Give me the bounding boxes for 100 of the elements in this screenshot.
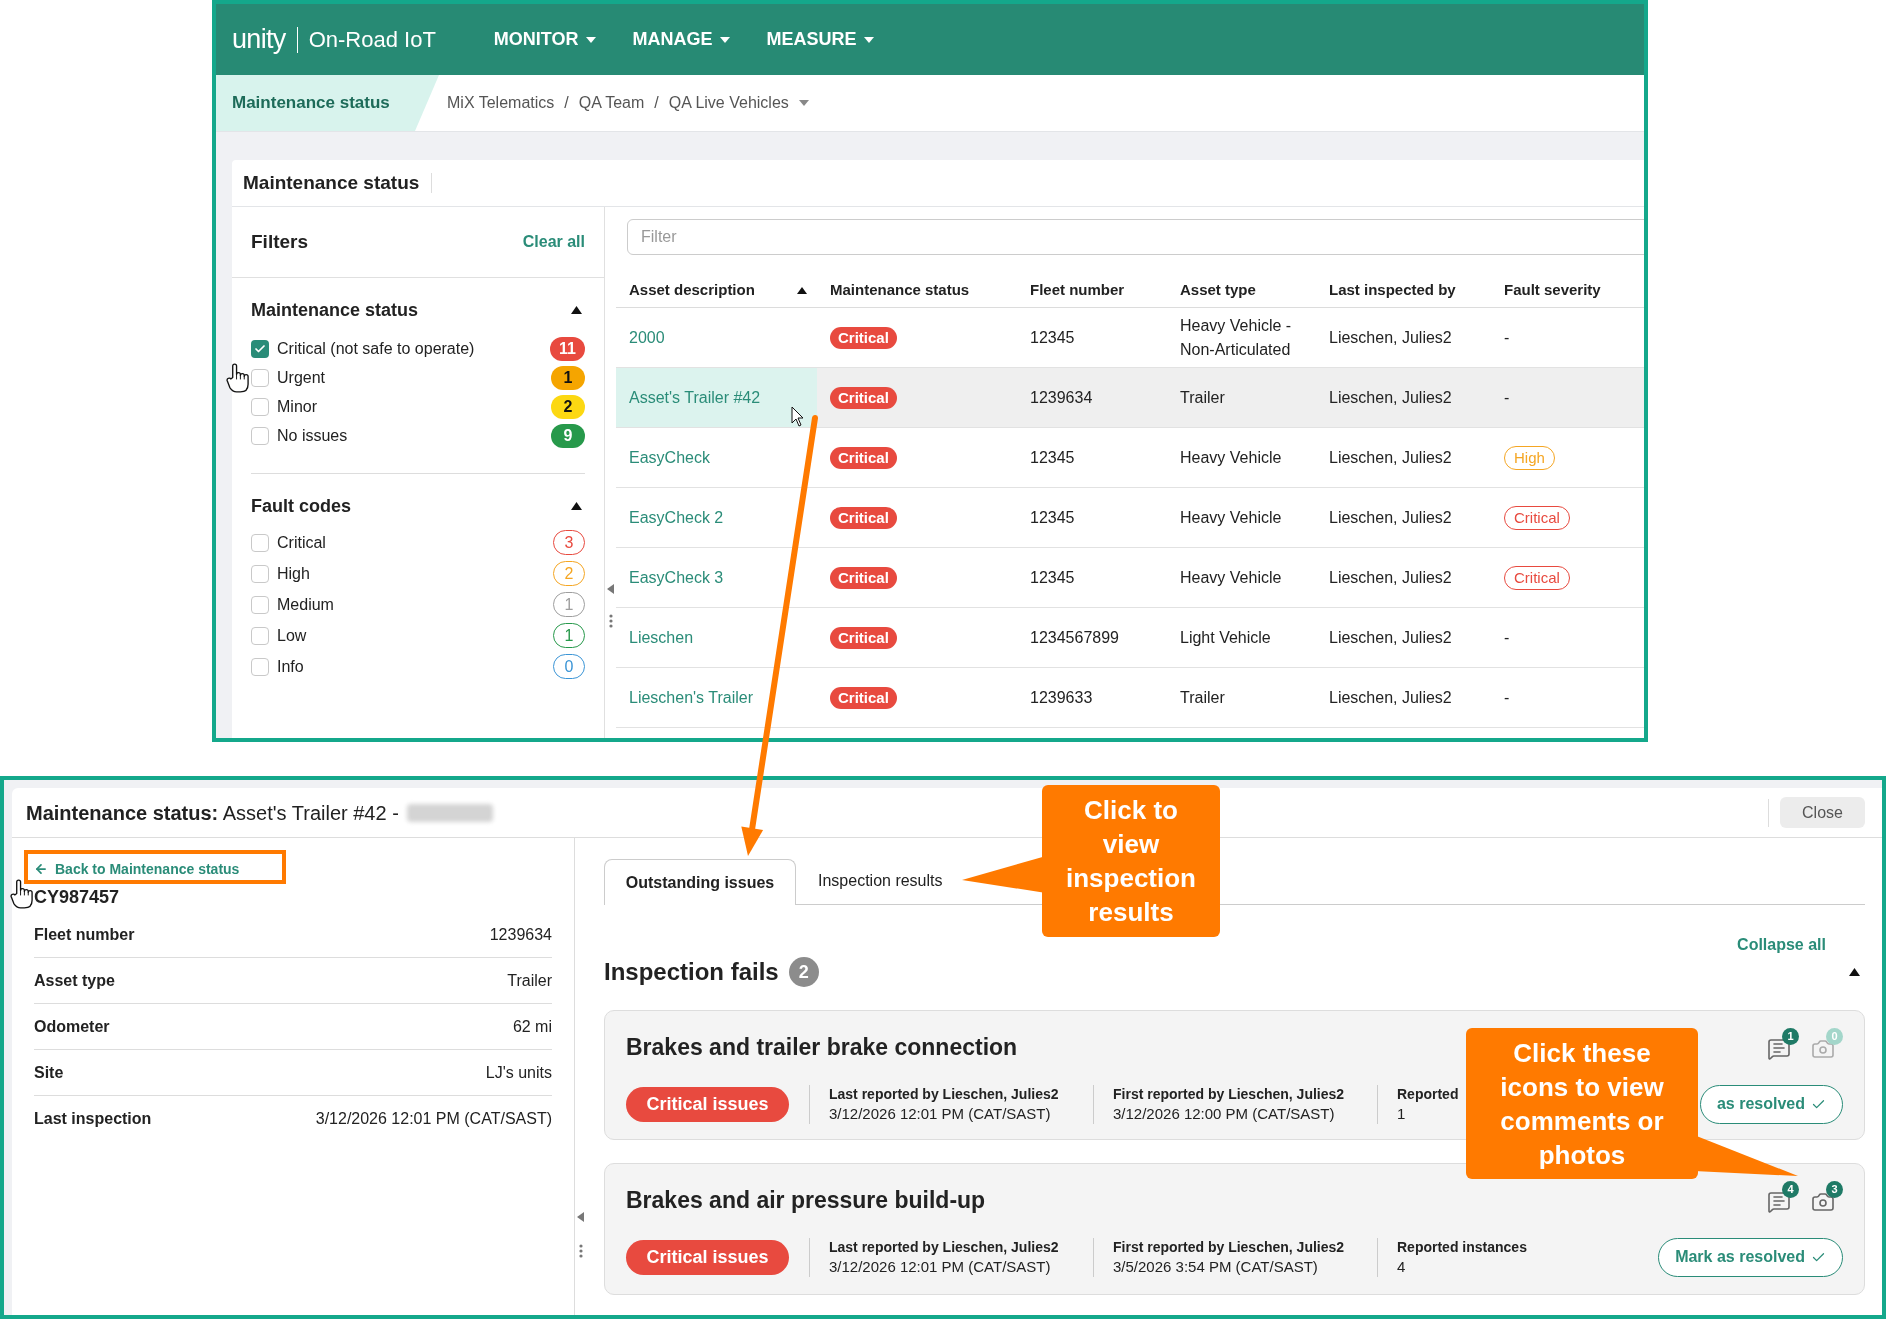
asset-link[interactable]: Lieschen <box>629 625 694 650</box>
table-cell-text: 12345 <box>1030 447 1075 468</box>
checkbox[interactable] <box>251 657 269 676</box>
property-value: 62 mi <box>512 1016 552 1037</box>
table-cell-text: Lieschen, Julies2 <box>1329 387 1452 408</box>
table-cell-text: Heavy Vehicle <box>1180 507 1282 528</box>
back-link[interactable]: Back to Maintenance status <box>34 860 552 878</box>
collapse-caret-icon[interactable] <box>1849 968 1860 976</box>
asset-link[interactable]: EasyCheck 3 <box>629 565 724 590</box>
filter-input[interactable]: Filter <box>627 219 1644 255</box>
checkbox[interactable] <box>251 626 269 645</box>
column-header[interactable]: Asset description <box>629 279 755 302</box>
breadcrumb-link[interactable]: QA Team <box>578 91 645 115</box>
callout-box: Click these icons to view comments or photos <box>1466 1028 1698 1179</box>
table-row[interactable]: Asset's Trailer #42 Critical 1239634 Trailer Lieschen, Julies2 - <box>616 368 1644 428</box>
count-badge: 0 <box>1826 1028 1843 1045</box>
checkbox[interactable] <box>251 595 269 614</box>
caret-down-icon <box>585 36 596 43</box>
collapse-all-link[interactable]: Collapse all <box>1737 933 1826 953</box>
filter-option-label: Medium <box>277 594 334 615</box>
caret-down-icon <box>719 36 730 43</box>
filter-option-label: High <box>277 563 310 584</box>
breadcrumb-dropdown[interactable]: QA Live Vehicles <box>668 91 809 115</box>
nav-menu-button[interactable]: MONITOR <box>493 26 596 53</box>
asset-link[interactable]: EasyCheck <box>629 445 710 470</box>
product-name: On-Road IoT <box>308 28 436 51</box>
status-badge: Critical <box>830 506 897 529</box>
asset-link[interactable]: 2000 <box>629 325 665 350</box>
mark-resolved-button[interactable]: Mark as resolved <box>1658 1237 1843 1277</box>
table-cell-text: Heavy Vehicle <box>1180 447 1282 468</box>
collapse-caret-icon[interactable] <box>571 306 582 314</box>
column-header[interactable]: Asset type <box>1180 279 1256 302</box>
status-badge: Critical <box>830 566 897 589</box>
clear-all-link[interactable]: Clear all <box>522 230 585 254</box>
tab[interactable]: Inspection results <box>796 858 965 904</box>
nav-menu-button[interactable]: MANAGE <box>632 26 730 53</box>
callout-box: Click to view inspection results <box>1042 785 1220 937</box>
table-cell-text: Lieschen, Julies2 <box>1329 327 1452 348</box>
table-cell-text: 12345 <box>1030 327 1075 348</box>
count-badge: 1 <box>551 365 585 390</box>
drag-handle-icon[interactable] <box>608 614 613 628</box>
check-icon <box>254 342 266 355</box>
filters-title: Filters <box>251 229 309 254</box>
detail-value: 1 <box>1397 1103 1407 1124</box>
count-badge: 1 <box>553 592 585 617</box>
mark-resolved-button[interactable]: as resolved <box>1699 1084 1843 1124</box>
status-badge: Critical <box>830 386 897 409</box>
collapse-arrow-icon[interactable] <box>577 1212 584 1222</box>
detail-value: 3/12/2026 12:01 PM (CAT/SAST) <box>829 1256 1052 1277</box>
detail-value: 3/5/2026 3:54 PM (CAT/SAST) <box>1113 1256 1319 1277</box>
detail-value: 3/12/2026 12:01 PM (CAT/SAST) <box>829 1103 1052 1124</box>
collapse-arrow-icon[interactable] <box>607 584 614 594</box>
table-cell-text: Lieschen, Julies2 <box>1329 627 1452 648</box>
nav-menu-button[interactable]: MEASURE <box>766 26 874 53</box>
severity-badge: High <box>1504 445 1555 470</box>
detail-label: Last reported by Lieschen, Julies2 <box>829 1084 1060 1104</box>
sort-ascending-icon[interactable] <box>797 287 807 294</box>
asset-link[interactable]: Lieschen's Trailer <box>629 685 753 710</box>
filter-option-label: Urgent <box>277 367 326 388</box>
status-badge: Critical <box>830 326 897 349</box>
card-title: Maintenance status <box>243 170 420 195</box>
section-title: Inspection fails <box>604 957 779 987</box>
breadcrumb-separator: / <box>564 93 569 113</box>
drag-handle-icon[interactable] <box>578 1244 583 1258</box>
count-badge: 1 <box>553 623 585 648</box>
column-header[interactable]: Fault severity <box>1504 279 1601 302</box>
table-cell-text: Trailer <box>1180 387 1225 408</box>
detail-value: 3/12/2026 12:00 PM (CAT/SAST) <box>1113 1103 1336 1124</box>
detail-label: Reported <box>1397 1084 1459 1104</box>
table-cell-text: Lieschen, Julies2 <box>1329 687 1452 708</box>
checkbox[interactable] <box>251 339 269 358</box>
count-badge: 9 <box>551 423 585 448</box>
asset-code: CY987457 <box>34 886 121 908</box>
detail-label: First reported by Lieschen, Julies2 <box>1113 1237 1346 1257</box>
table-cell-text: 1239633 <box>1030 687 1093 708</box>
checkbox[interactable] <box>251 397 269 416</box>
checkbox[interactable] <box>251 564 269 583</box>
checkbox[interactable] <box>251 533 269 552</box>
checkbox[interactable] <box>251 368 269 387</box>
filter-option-label: Minor <box>277 396 317 417</box>
breadcrumb-link[interactable]: MiX Telematics <box>447 91 555 115</box>
issue-title: Brakes and trailer brake connection <box>626 1032 1018 1062</box>
caret-down-icon <box>798 100 809 106</box>
column-header[interactable]: Last inspected by <box>1329 279 1456 302</box>
table-cell-text: - <box>1504 687 1510 708</box>
collapse-caret-icon[interactable] <box>571 502 582 510</box>
filter-option-label: Info <box>277 656 304 677</box>
table-cell-text: 12345 <box>1030 567 1075 588</box>
tab[interactable]: Outstanding issues <box>604 859 796 905</box>
column-header[interactable]: Maintenance status <box>830 279 970 302</box>
breadcrumb-separator: / <box>654 93 659 113</box>
filter-option-label: Critical <box>277 532 326 553</box>
asset-link[interactable]: EasyCheck 2 <box>629 505 724 530</box>
close-button[interactable]: Close <box>1780 797 1865 828</box>
count-badge: 2 <box>553 561 585 586</box>
arrow-cursor-icon <box>791 406 804 427</box>
checkbox[interactable] <box>251 426 269 445</box>
page-tab[interactable]: Maintenance status <box>216 75 439 131</box>
count-badge: 2 <box>551 394 585 419</box>
column-header[interactable]: Fleet number <box>1030 279 1125 302</box>
